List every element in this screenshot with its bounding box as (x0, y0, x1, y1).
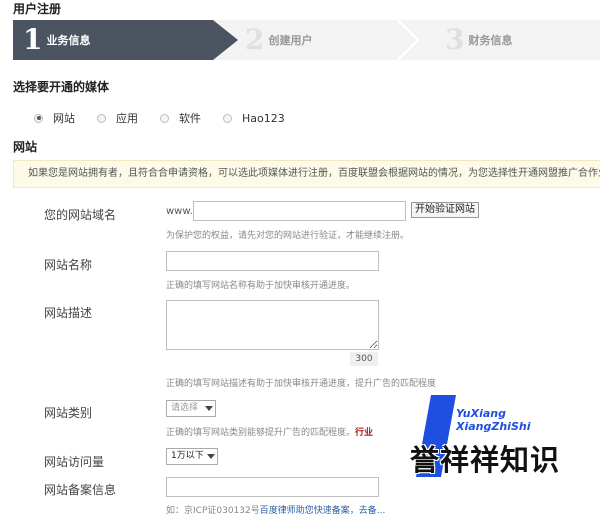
icp-input[interactable] (166, 477, 379, 497)
site-category-select[interactable]: 请选择 (166, 400, 216, 417)
site-desc-textarea[interactable] (166, 300, 379, 350)
site-traffic-select[interactable]: 1万以下 (166, 448, 218, 465)
radio-dot[interactable] (34, 113, 43, 123)
hint-text: 如：京ICP证030132号 (166, 506, 260, 516)
step-number: 1 (23, 23, 43, 56)
page-title: 用户注册 (13, 2, 62, 16)
website-section-title: 网站 (13, 140, 38, 154)
site-category-hint: 正确的填写网站类别能够提升广告的匹配程度。行业 (166, 425, 373, 438)
watermark-en-line2: XiangZhiShi (456, 420, 531, 433)
dropdown-caret-icon (205, 406, 213, 411)
step-label: 创建用户 (268, 34, 313, 47)
radio-label: Hao123 (242, 111, 285, 125)
notice-banner: 如果您是网站拥有者，且符合合申请资格，可以选此项媒体进行注册，百度联盟会根据网站… (13, 160, 600, 188)
dropdown-caret-icon (207, 454, 215, 459)
step-create-user: 2 创建用户 (235, 20, 435, 60)
site-name-input[interactable] (166, 251, 379, 271)
media-radio-group: 网站 应用 软件 Hao123 (34, 110, 307, 126)
select-value: 1万以下 (171, 451, 204, 461)
radio-app[interactable]: 应用 (97, 110, 138, 126)
hint-text: 正确的填写网站类别能够提升广告的匹配程度。 (166, 428, 356, 438)
domain-hint: 为保护您的权益，请先对您的网站进行验证，才能继续注册。 (166, 231, 410, 241)
site-category-label: 网站类别 (44, 406, 93, 420)
verify-site-button[interactable]: 开始验证网站 (411, 202, 479, 218)
step-business-info: 1 业务信息 (13, 20, 238, 60)
radio-dot[interactable] (160, 113, 169, 123)
site-name-hint: 正确的填写网站名称有助于加快审核开通进度。 (166, 281, 356, 291)
watermark-cn: 誉祥祥知识 (410, 443, 561, 477)
site-desc-hint: 正确的填写网站描述有助于加快审核开通进度，提升广告的匹配程度 (166, 379, 437, 389)
icp-help-link[interactable]: 百度律师助您快速备案，去备... (260, 506, 386, 516)
watermark-en-line1: YuXiang (456, 407, 506, 420)
radio-hao123[interactable]: Hao123 (223, 112, 285, 125)
step-number: 2 (245, 23, 265, 56)
select-value: 请选择 (171, 403, 199, 413)
radio-software[interactable]: 软件 (160, 110, 201, 126)
domain-prefix: www. (166, 206, 193, 217)
radio-website[interactable]: 网站 (34, 110, 75, 126)
media-section-title: 选择要开通的媒体 (13, 80, 110, 94)
radio-dot[interactable] (223, 113, 232, 123)
radio-label: 应用 (116, 112, 138, 125)
step-label: 财务信息 (468, 34, 513, 47)
step-finance-info: 3 财务信息 (435, 20, 600, 60)
domain-label: 您的网站域名 (44, 208, 117, 222)
hint-red-text: 行业 (355, 428, 374, 438)
radio-dot[interactable] (97, 113, 106, 123)
site-name-label: 网站名称 (44, 258, 93, 272)
radio-label: 软件 (179, 112, 201, 125)
step-number: 3 (445, 23, 465, 56)
site-traffic-label: 网站访问量 (44, 455, 105, 469)
watermark: YuXiang XiangZhiShi 誉祥祥知识 (410, 395, 600, 487)
icp-hint: 如：京ICP证030132号百度律师助您快速备案，去备... (166, 503, 385, 516)
domain-input[interactable] (193, 201, 406, 221)
step-progress-bar: 1 业务信息 2 创建用户 3 财务信息 (13, 20, 600, 60)
icp-label: 网站备案信息 (44, 483, 117, 497)
radio-label: 网站 (53, 112, 75, 125)
char-counter: 300 (350, 352, 378, 366)
site-desc-label: 网站描述 (44, 306, 93, 320)
step-label: 业务信息 (46, 34, 91, 47)
